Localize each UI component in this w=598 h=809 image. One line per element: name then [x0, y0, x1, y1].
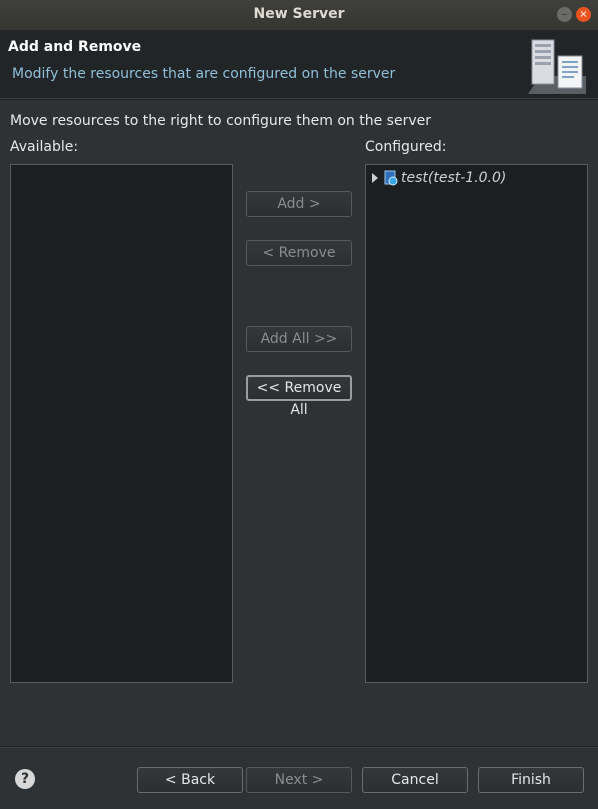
configured-label: Configured:	[365, 139, 447, 155]
page-description: Modify the resources that are configured…	[12, 66, 396, 82]
add-button[interactable]: Add >	[246, 191, 352, 217]
cancel-button[interactable]: Cancel	[362, 767, 468, 793]
help-icon[interactable]: ?	[15, 769, 35, 789]
remove-button[interactable]: < Remove	[246, 240, 352, 266]
close-icon[interactable]: ×	[576, 7, 591, 22]
page-title: Add and Remove	[8, 39, 142, 55]
add-all-button[interactable]: Add All >>	[246, 326, 352, 352]
wizard-header: Add and Remove Modify the resources that…	[0, 30, 598, 98]
minimize-icon[interactable]: –	[557, 7, 572, 22]
title-bar[interactable]: New Server – ×	[0, 0, 598, 31]
expand-arrow-icon[interactable]	[372, 173, 378, 183]
configured-list[interactable]: test(test-1.0.0)	[365, 164, 588, 683]
remove-all-button[interactable]: << Remove All	[246, 375, 352, 418]
list-item[interactable]: test(test-1.0.0)	[370, 169, 506, 187]
footer-divider-highlight	[0, 747, 598, 748]
window-title: New Server	[253, 6, 345, 22]
finish-button[interactable]: Finish	[478, 767, 584, 793]
back-button[interactable]: < Back	[137, 767, 243, 793]
configured-item-label: test(test-1.0.0)	[401, 170, 507, 186]
available-list[interactable]	[10, 164, 233, 683]
header-divider-shadow	[0, 99, 598, 100]
server-banner-icon	[528, 39, 586, 94]
next-button[interactable]: Next >	[246, 767, 352, 793]
available-label: Available:	[10, 139, 79, 155]
web-module-icon	[384, 170, 398, 186]
instruction-text: Move resources to the right to configure…	[10, 113, 431, 129]
